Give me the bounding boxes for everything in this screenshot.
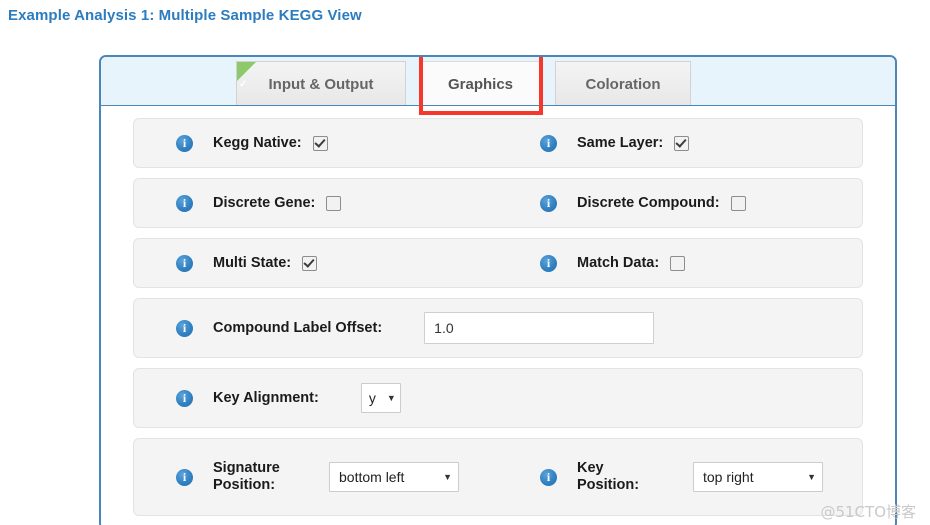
field-key-position: i Key Position: top right ▼ — [498, 460, 862, 494]
match-data-checkbox[interactable] — [670, 255, 686, 271]
discrete-compound-checkbox[interactable] — [730, 195, 746, 211]
form-row: i Multi State: i Match Data: — [133, 238, 863, 288]
form-row: i Compound Label Offset: — [133, 298, 863, 358]
chevron-down-icon: ▼ — [807, 471, 816, 482]
field-discrete-gene: i Discrete Gene: — [134, 194, 498, 212]
info-icon[interactable]: i — [540, 194, 557, 212]
form-row: i Signature Position: bottom left ▼ i Ke… — [133, 438, 863, 516]
field-match-data: i Match Data: — [498, 254, 862, 272]
check-icon: ✓ — [239, 79, 248, 90]
key-position-select[interactable]: top right ▼ — [693, 462, 823, 492]
field-label: Same Layer: — [577, 135, 664, 151]
field-label: Signature Position: — [213, 460, 280, 493]
key-alignment-select[interactable]: y ▼ — [360, 383, 401, 413]
tab-label: Input & Output — [268, 75, 374, 93]
kegg-view-panel: ✓ Input & Output Graphics Coloration i K… — [99, 55, 897, 525]
info-icon[interactable]: i — [540, 134, 557, 152]
field-compound-label-offset: i Compound Label Offset: — [134, 312, 862, 344]
form-row: i Discrete Gene: i Discrete Compound: — [133, 178, 863, 228]
signature-position-select[interactable]: bottom left ▼ — [329, 462, 459, 492]
discrete-gene-checkbox[interactable] — [326, 195, 342, 211]
info-icon[interactable]: i — [176, 468, 193, 486]
tab-label: Graphics — [447, 75, 514, 93]
chevron-down-icon: ▼ — [386, 392, 396, 403]
field-signature-position: i Signature Position: bottom left ▼ — [134, 460, 498, 494]
field-label: Key Alignment: — [213, 390, 319, 406]
field-label: Kegg Native: — [213, 135, 302, 151]
select-value: y — [368, 390, 376, 406]
field-kegg-native: i Kegg Native: — [134, 134, 498, 152]
chevron-down-icon: ▼ — [443, 471, 452, 482]
field-label: Match Data: — [577, 255, 660, 271]
kegg-native-checkbox[interactable] — [312, 135, 328, 151]
field-key-alignment: i Key Alignment: y ▼ — [134, 383, 862, 413]
field-same-layer: i Same Layer: — [498, 134, 862, 152]
info-icon[interactable]: i — [176, 389, 193, 407]
info-icon[interactable]: i — [540, 254, 557, 272]
compound-label-offset-input[interactable] — [424, 312, 655, 344]
info-icon[interactable]: i — [176, 194, 193, 212]
tab-coloration[interactable]: Coloration — [555, 61, 691, 106]
select-value: bottom left — [339, 469, 405, 485]
tab-input-output[interactable]: ✓ Input & Output — [236, 61, 406, 106]
info-icon[interactable]: i — [176, 254, 193, 272]
completed-ribbon-icon: ✓ — [237, 62, 256, 90]
field-multi-state: i Multi State: — [134, 254, 498, 272]
select-value: top right — [703, 469, 754, 485]
info-icon[interactable]: i — [176, 319, 193, 337]
field-discrete-compound: i Discrete Compound: — [498, 194, 862, 212]
field-label: Multi State: — [213, 255, 292, 271]
field-label: Compound Label Offset: — [213, 320, 383, 336]
field-label: Key Position: — [577, 460, 640, 493]
form-row: i Key Alignment: y ▼ — [133, 368, 863, 428]
multi-state-checkbox[interactable] — [302, 255, 318, 271]
tab-label: Coloration — [585, 75, 661, 93]
tab-graphics[interactable]: Graphics — [420, 61, 541, 106]
graphics-settings-form: i Kegg Native: i Same Layer: i Discrete … — [101, 106, 895, 525]
field-label: Discrete Compound: — [577, 195, 720, 211]
form-row: i Kegg Native: i Same Layer: — [133, 118, 863, 168]
page-title: Example Analysis 1: Multiple Sample KEGG… — [8, 7, 362, 24]
field-label: Discrete Gene: — [213, 195, 316, 211]
tab-strip: ✓ Input & Output Graphics Coloration — [101, 57, 895, 115]
same-layer-checkbox[interactable] — [674, 135, 690, 151]
info-icon[interactable]: i — [176, 134, 193, 152]
info-icon[interactable]: i — [540, 468, 557, 486]
